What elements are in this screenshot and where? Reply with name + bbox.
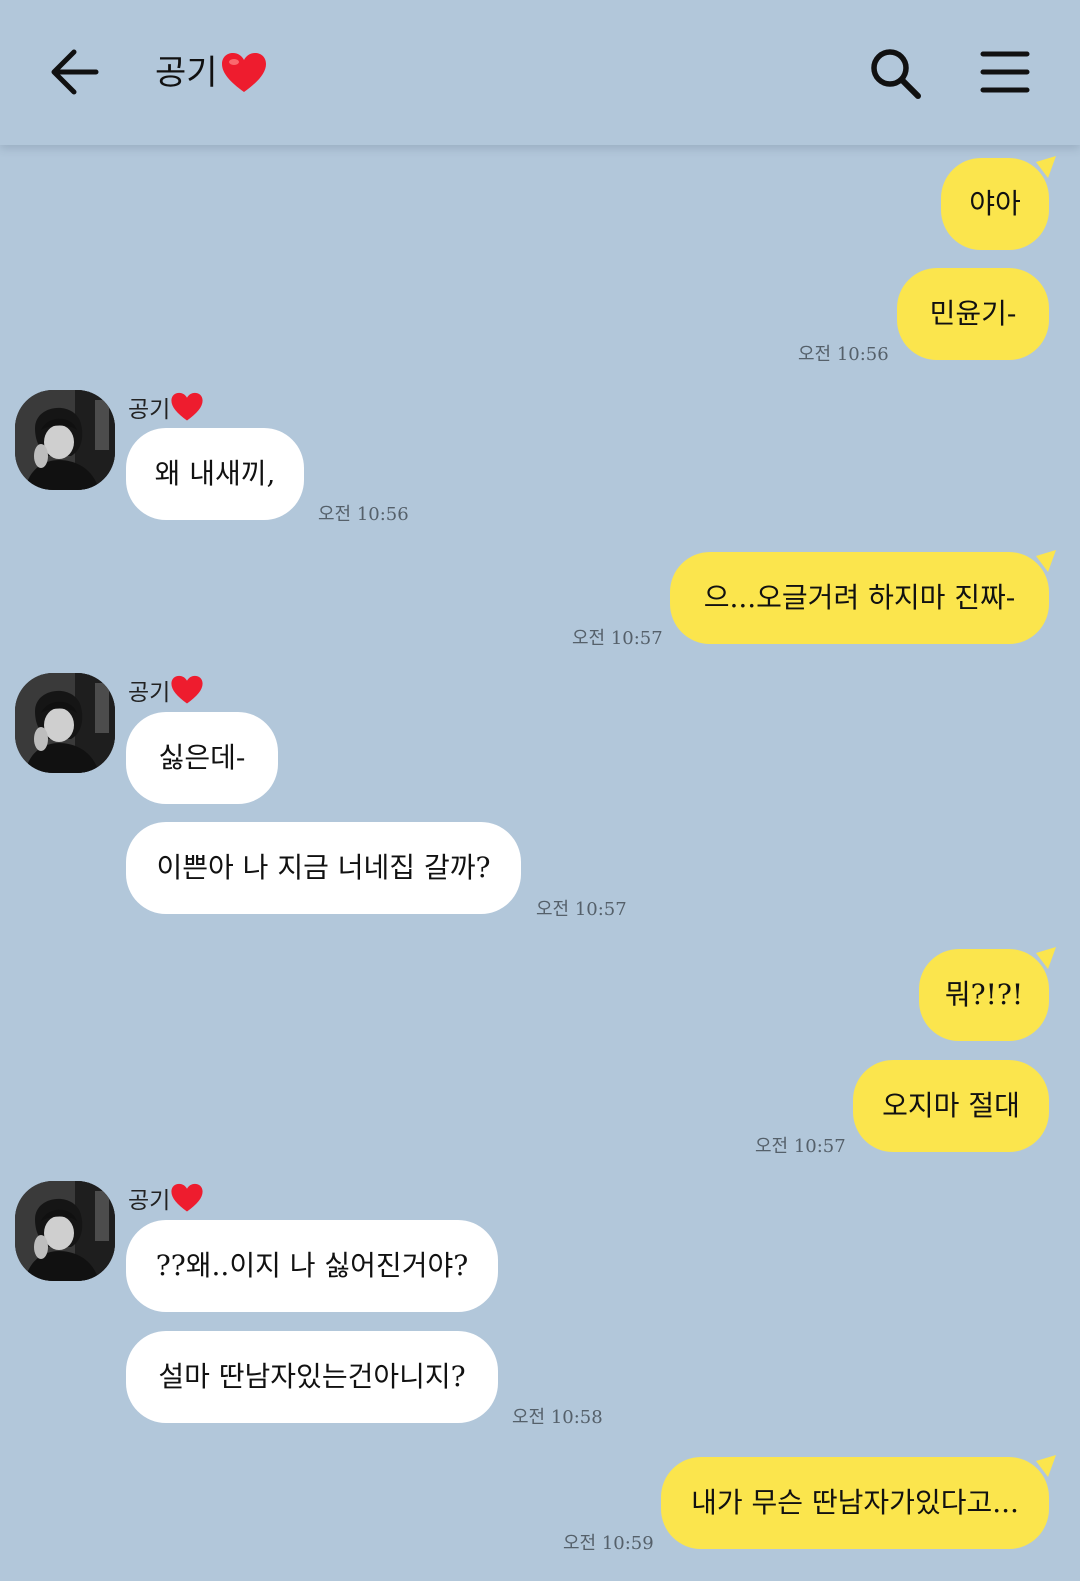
message-timestamp: 오전 10:56 — [318, 504, 409, 525]
my-message-bubble[interactable]: 민윤기- — [897, 268, 1049, 360]
profile-photo — [15, 1181, 115, 1281]
hamburger-menu-icon — [980, 51, 1030, 93]
message-timestamp: 오전 10:57 — [755, 1136, 846, 1157]
message-timestamp: 오전 10:57 — [536, 899, 627, 920]
profile-photo — [15, 673, 115, 773]
their-message-bubble[interactable]: 이쁜아 나 지금 너네집 갈까? — [126, 822, 521, 914]
message-text: 오지마 절대 — [882, 1089, 1020, 1122]
message-timestamp: 오전 10:59 — [563, 1533, 654, 1554]
my-message-bubble[interactable]: 으...오글거려 하지마 진짜- — [670, 552, 1049, 644]
my-message-bubble[interactable]: 내가 무슨 딴남자가있다고... — [661, 1457, 1049, 1549]
bubble-tail — [1036, 1455, 1056, 1477]
message-timestamp: 오전 10:57 — [572, 628, 663, 649]
avatar[interactable] — [15, 390, 115, 490]
message-text: ??왜..이지 나 싫어진거야? — [155, 1249, 469, 1282]
message-text: 뭐?!?! — [944, 978, 1024, 1011]
avatar[interactable] — [15, 673, 115, 773]
search-button[interactable] — [866, 44, 926, 104]
back-button[interactable] — [48, 46, 104, 98]
message-timestamp: 오전 10:56 — [798, 344, 889, 365]
message-text: 민윤기- — [929, 297, 1017, 330]
sender-name: 공기 — [128, 1181, 204, 1215]
profile-photo — [15, 390, 115, 490]
chat-header: 공기 — [0, 0, 1080, 145]
search-icon — [871, 49, 921, 99]
message-text: 으...오글거려 하지마 진짜- — [703, 581, 1016, 614]
message-text: 싫은데- — [158, 741, 246, 774]
message-timestamp: 오전 10:58 — [512, 1407, 603, 1428]
sender-name: 공기 — [128, 673, 204, 707]
my-message-bubble[interactable]: 오지마 절대 — [853, 1060, 1049, 1152]
their-message-bubble[interactable]: 왜 내새끼, — [126, 428, 304, 520]
heart-icon — [171, 675, 203, 704]
avatar[interactable] — [15, 1181, 115, 1281]
my-message-bubble[interactable]: 뭐?!?! — [919, 949, 1049, 1041]
message-text: 이쁜아 나 지금 너네집 갈까? — [156, 851, 491, 884]
heart-icon — [221, 53, 266, 92]
chat-title-text: 공기 — [155, 53, 218, 93]
bubble-tail — [1036, 156, 1056, 178]
bubble-tail — [1036, 550, 1056, 572]
arrow-left-icon — [51, 49, 99, 95]
sender-name: 공기 — [128, 390, 204, 424]
their-message-bubble[interactable]: ??왜..이지 나 싫어진거야? — [126, 1220, 498, 1312]
heart-icon — [171, 1183, 203, 1212]
bubble-tail — [1036, 947, 1056, 969]
menu-button[interactable] — [980, 48, 1030, 96]
chat-screen: 공기 야아 민윤기- 오전 10:56 공기 왜 내새끼, 오전 10:56 으… — [0, 0, 1080, 1581]
my-message-bubble[interactable]: 야아 — [941, 158, 1049, 250]
page-title: 공기 — [155, 50, 268, 96]
their-message-bubble[interactable]: 설마 딴남자있는건아니지? — [126, 1331, 498, 1423]
message-text: 왜 내새끼, — [154, 457, 276, 490]
their-message-bubble[interactable]: 싫은데- — [126, 712, 278, 804]
message-text: 야아 — [969, 187, 1021, 220]
message-text: 내가 무슨 딴남자가있다고... — [691, 1486, 1019, 1519]
message-text: 설마 딴남자있는건아니지? — [158, 1360, 466, 1393]
heart-icon — [171, 392, 203, 421]
